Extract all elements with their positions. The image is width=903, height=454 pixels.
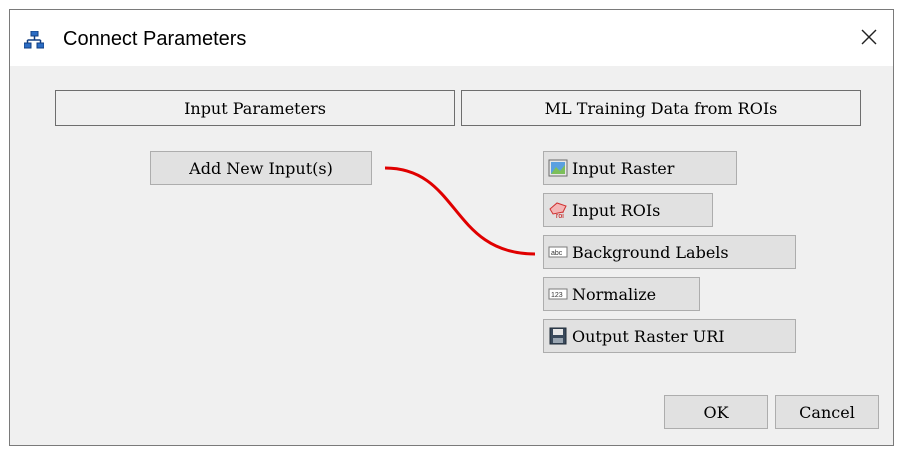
floppy-disk-icon <box>548 327 568 345</box>
param-background-labels[interactable]: abc Background Labels <box>543 235 796 269</box>
param-label: Input ROIs <box>572 200 661 220</box>
param-label: Background Labels <box>572 242 729 262</box>
param-input-rois[interactable]: roi Input ROIs <box>543 193 713 227</box>
param-label: Output Raster URI <box>572 326 725 346</box>
number-123-icon: 123 <box>548 285 568 303</box>
cancel-button[interactable]: Cancel <box>775 395 879 429</box>
param-normalize[interactable]: 123 Normalize <box>543 277 700 311</box>
raster-image-icon <box>548 159 568 177</box>
param-input-raster[interactable]: Input Raster <box>543 151 737 185</box>
param-output-raster-uri[interactable]: Output Raster URI <box>543 319 796 353</box>
ok-button[interactable]: OK <box>664 395 768 429</box>
connect-parameters-dialog: Connect Parameters Input Parameters ML T… <box>9 9 894 446</box>
svg-text:roi: roi <box>556 213 564 219</box>
param-label: Normalize <box>572 284 657 304</box>
svg-text:123: 123 <box>551 292 563 299</box>
add-new-input-button[interactable]: Add New Input(s) <box>150 151 372 185</box>
abc-text-icon: abc <box>548 243 568 261</box>
roi-icon: roi <box>548 201 568 220</box>
svg-text:abc: abc <box>551 250 563 257</box>
connection-wire <box>384 166 536 256</box>
param-label: Input Raster <box>572 158 675 178</box>
